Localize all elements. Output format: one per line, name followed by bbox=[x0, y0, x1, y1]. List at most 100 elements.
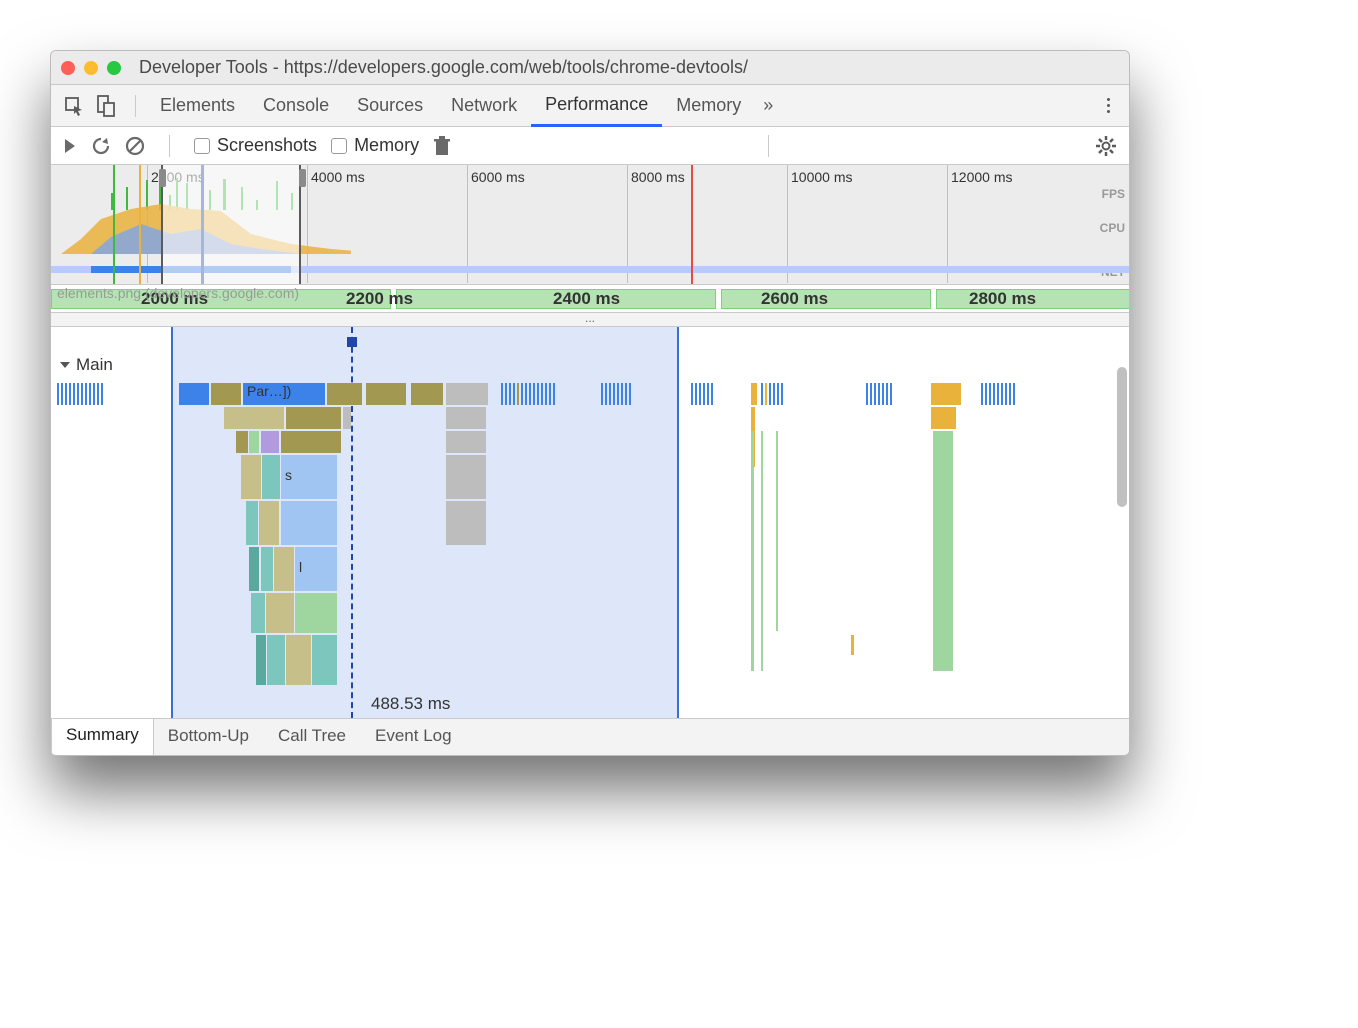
flame-bar[interactable] bbox=[224, 407, 284, 429]
inspect-element-icon[interactable] bbox=[61, 93, 87, 119]
flame-bar[interactable] bbox=[262, 455, 280, 499]
flame-bar[interactable] bbox=[251, 593, 265, 633]
load-marker bbox=[113, 165, 115, 284]
flame-bar[interactable] bbox=[266, 593, 294, 633]
flame-bar[interactable] bbox=[261, 431, 279, 453]
performance-toolbar: Screenshots Memory bbox=[51, 127, 1129, 165]
settings-gear-icon[interactable] bbox=[1095, 135, 1117, 157]
flame-bar[interactable] bbox=[446, 501, 486, 545]
reload-icon[interactable] bbox=[91, 136, 111, 156]
flame-bar[interactable] bbox=[259, 501, 279, 545]
task-stripes bbox=[601, 383, 631, 405]
checkbox-icon[interactable] bbox=[194, 138, 210, 154]
clear-icon[interactable] bbox=[125, 136, 145, 156]
flame-bar[interactable] bbox=[261, 547, 273, 591]
tab-event-log[interactable]: Event Log bbox=[361, 719, 467, 755]
flame-row bbox=[51, 593, 1129, 633]
tab-bottom-up[interactable]: Bottom-Up bbox=[154, 719, 264, 755]
flame-row bbox=[51, 431, 1129, 453]
traffic-lights bbox=[61, 61, 121, 75]
task-bar[interactable] bbox=[211, 383, 241, 405]
flame-bar[interactable] bbox=[295, 593, 337, 633]
task-stripes bbox=[501, 383, 555, 405]
cpu-label: CPU bbox=[1100, 221, 1125, 235]
divider bbox=[135, 95, 136, 117]
tab-summary[interactable]: Summary bbox=[51, 718, 154, 755]
flame-chart[interactable]: Main 488.53 ms Par…]) bbox=[51, 327, 1129, 719]
main-track-label[interactable]: Main bbox=[59, 355, 113, 375]
overview-selection[interactable] bbox=[161, 165, 301, 284]
tab-network[interactable]: Network bbox=[437, 86, 531, 125]
flame-bar[interactable] bbox=[851, 635, 854, 655]
task-bar[interactable] bbox=[179, 383, 209, 405]
flame-bar[interactable] bbox=[281, 501, 337, 545]
overview-tick: 6000 ms bbox=[471, 169, 525, 185]
flame-bar[interactable] bbox=[446, 455, 486, 499]
flame-bar[interactable] bbox=[281, 431, 341, 453]
details-tabs: Summary Bottom-Up Call Tree Event Log bbox=[51, 719, 1129, 755]
flame-bar[interactable] bbox=[931, 407, 956, 429]
flame-bar[interactable] bbox=[267, 635, 285, 685]
flame-bar[interactable] bbox=[249, 431, 259, 453]
task-bar[interactable] bbox=[751, 383, 757, 405]
overview-handle-right[interactable] bbox=[299, 169, 306, 187]
tab-elements[interactable]: Elements bbox=[146, 86, 249, 125]
minimize-window-button[interactable] bbox=[84, 61, 98, 75]
flame-bar[interactable] bbox=[312, 635, 337, 685]
flame-row bbox=[51, 501, 1129, 545]
more-tabs-icon[interactable]: » bbox=[755, 95, 781, 116]
task-stripes bbox=[57, 383, 103, 405]
flame-bar[interactable] bbox=[286, 635, 311, 685]
chevron-down-icon bbox=[59, 359, 71, 371]
memory-label: Memory bbox=[354, 135, 419, 156]
flame-bar[interactable] bbox=[446, 407, 486, 429]
ruler-tick: 2200 ms bbox=[346, 289, 413, 309]
task-bar[interactable]: Par…]) bbox=[243, 383, 325, 405]
tab-sources[interactable]: Sources bbox=[343, 86, 437, 125]
divider bbox=[169, 135, 170, 157]
task-stripes bbox=[866, 383, 892, 405]
tab-console[interactable]: Console bbox=[249, 86, 343, 125]
task-bar[interactable] bbox=[931, 383, 961, 405]
flame-bar[interactable] bbox=[249, 547, 259, 591]
close-window-button[interactable] bbox=[61, 61, 75, 75]
flame-bar[interactable] bbox=[446, 431, 486, 453]
overview-tick: 12000 ms bbox=[951, 169, 1012, 185]
device-toolbar-icon[interactable] bbox=[93, 93, 119, 119]
devtools-window: Developer Tools - https://developers.goo… bbox=[50, 50, 1130, 756]
flame-bar[interactable] bbox=[246, 501, 258, 545]
checkbox-icon[interactable] bbox=[331, 138, 347, 154]
memory-toggle[interactable]: Memory bbox=[331, 135, 419, 156]
flame-row: Par…]) bbox=[51, 383, 1129, 405]
record-icon[interactable] bbox=[63, 137, 77, 155]
tab-memory[interactable]: Memory bbox=[662, 86, 755, 125]
overview-handle-left[interactable] bbox=[159, 169, 166, 187]
task-bar[interactable] bbox=[366, 383, 406, 405]
flame-bar[interactable]: l bbox=[295, 547, 337, 591]
garbage-collect-icon[interactable] bbox=[433, 136, 451, 156]
flame-scrollbar[interactable] bbox=[1117, 367, 1127, 507]
overview-timeline[interactable]: 2000 ms 4000 ms 6000 ms 8000 ms 10000 ms… bbox=[51, 165, 1129, 285]
flame-row bbox=[51, 407, 1129, 429]
task-bar[interactable] bbox=[446, 383, 488, 405]
playhead-cap bbox=[347, 337, 357, 347]
ruler-tick: 2600 ms bbox=[761, 289, 828, 309]
kebab-menu-icon[interactable] bbox=[1097, 98, 1119, 113]
tab-call-tree[interactable]: Call Tree bbox=[264, 719, 361, 755]
flame-bar[interactable] bbox=[241, 455, 261, 499]
ruler-wrap: elements.png (developers.google.com) 200… bbox=[51, 285, 1129, 313]
collapsed-tracks[interactable]: ... bbox=[51, 313, 1129, 327]
tab-performance[interactable]: Performance bbox=[531, 85, 662, 127]
flame-bar[interactable] bbox=[343, 407, 351, 429]
screenshots-toggle[interactable]: Screenshots bbox=[194, 135, 317, 156]
task-bar[interactable] bbox=[411, 383, 443, 405]
flame-bar[interactable] bbox=[236, 431, 248, 453]
flame-bar[interactable] bbox=[256, 635, 266, 685]
fullscreen-window-button[interactable] bbox=[107, 61, 121, 75]
flame-row: s bbox=[51, 455, 1129, 499]
flame-bar[interactable] bbox=[274, 547, 294, 591]
task-bar[interactable] bbox=[327, 383, 362, 405]
flame-bar[interactable]: s bbox=[281, 455, 337, 499]
flame-bar[interactable] bbox=[286, 407, 341, 429]
devtools-tabs: Elements Console Sources Network Perform… bbox=[51, 85, 1129, 127]
